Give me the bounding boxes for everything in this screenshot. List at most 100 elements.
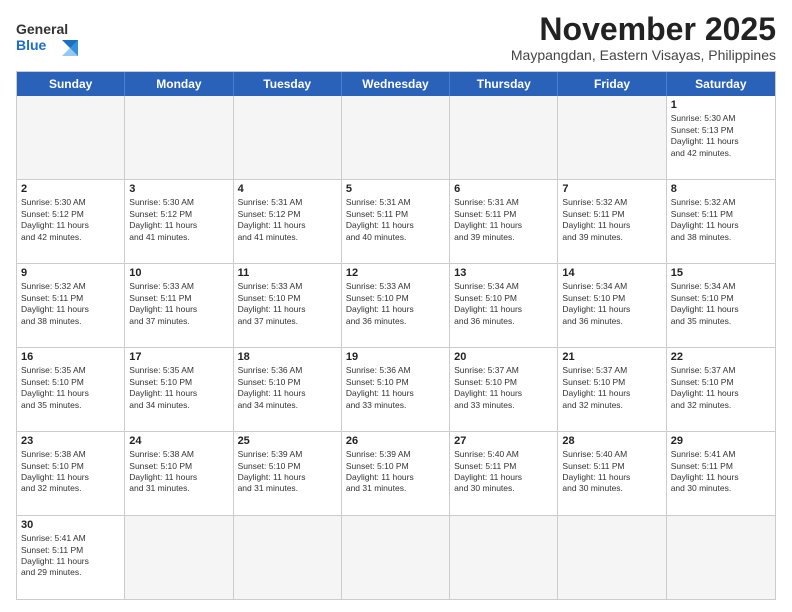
day-cell-9: 9 Sunrise: 5:32 AM Sunset: 5:11 PM Daylig… bbox=[17, 264, 125, 347]
day-info: Sunrise: 5:30 AM Sunset: 5:13 PM Dayligh… bbox=[671, 113, 771, 159]
calendar: SundayMondayTuesdayWednesdayThursdayFrid… bbox=[16, 71, 776, 600]
header-cell-friday: Friday bbox=[558, 72, 666, 96]
day-number: 20 bbox=[454, 351, 553, 363]
empty-cell bbox=[17, 96, 125, 179]
day-info: Sunrise: 5:32 AM Sunset: 5:11 PM Dayligh… bbox=[21, 281, 120, 327]
title-area: November 2025 Maypangdan, Eastern Visaya… bbox=[511, 12, 776, 63]
day-cell-18: 18 Sunrise: 5:36 AM Sunset: 5:10 PM Dayli… bbox=[234, 348, 342, 431]
empty-cell bbox=[125, 516, 233, 599]
day-cell-22: 22 Sunrise: 5:37 AM Sunset: 5:10 PM Dayli… bbox=[667, 348, 775, 431]
empty-cell bbox=[558, 516, 666, 599]
day-number: 9 bbox=[21, 267, 120, 279]
empty-cell bbox=[125, 96, 233, 179]
day-info: Sunrise: 5:32 AM Sunset: 5:11 PM Dayligh… bbox=[671, 197, 771, 243]
day-number: 27 bbox=[454, 435, 553, 447]
day-number: 22 bbox=[671, 351, 771, 363]
day-number: 5 bbox=[346, 183, 445, 195]
day-info: Sunrise: 5:33 AM Sunset: 5:10 PM Dayligh… bbox=[346, 281, 445, 327]
day-number: 7 bbox=[562, 183, 661, 195]
day-info: Sunrise: 5:40 AM Sunset: 5:11 PM Dayligh… bbox=[562, 449, 661, 495]
calendar-row-6: 30Sunrise: 5:41 AM Sunset: 5:11 PM Dayli… bbox=[17, 515, 775, 599]
empty-cell bbox=[558, 96, 666, 179]
day-cell-19: 19 Sunrise: 5:36 AM Sunset: 5:10 PM Dayli… bbox=[342, 348, 450, 431]
day-number: 23 bbox=[21, 435, 120, 447]
day-info: Sunrise: 5:30 AM Sunset: 5:12 PM Dayligh… bbox=[129, 197, 228, 243]
day-cell-8: 8Sunrise: 5:32 AM Sunset: 5:11 PM Daylig… bbox=[667, 180, 775, 263]
day-cell-13: 13Sunrise: 5:34 AM Sunset: 5:10 PM Dayli… bbox=[450, 264, 558, 347]
day-cell-21: 21 Sunrise: 5:37 AM Sunset: 5:10 PM Dayli… bbox=[558, 348, 666, 431]
header-cell-wednesday: Wednesday bbox=[342, 72, 450, 96]
day-info: Sunrise: 5:34 AM Sunset: 5:10 PM Dayligh… bbox=[454, 281, 553, 327]
day-number: 21 bbox=[562, 351, 661, 363]
day-number: 2 bbox=[21, 183, 120, 195]
day-info: Sunrise: 5:41 AM Sunset: 5:11 PM Dayligh… bbox=[671, 449, 771, 495]
empty-cell bbox=[234, 516, 342, 599]
day-info: Sunrise: 5:38 AM Sunset: 5:10 PM Dayligh… bbox=[21, 449, 120, 495]
month-title: November 2025 bbox=[511, 12, 776, 47]
day-info: Sunrise: 5:41 AM Sunset: 5:11 PM Dayligh… bbox=[21, 533, 120, 579]
day-number: 11 bbox=[238, 267, 337, 279]
day-cell-24: 24 Sunrise: 5:38 AM Sunset: 5:10 PM Dayli… bbox=[125, 432, 233, 515]
day-cell-4: 4 Sunrise: 5:31 AM Sunset: 5:12 PM Daylig… bbox=[234, 180, 342, 263]
day-cell-28: 28Sunrise: 5:40 AM Sunset: 5:11 PM Dayli… bbox=[558, 432, 666, 515]
calendar-row-2: 2 Sunrise: 5:30 AM Sunset: 5:12 PM Daylig… bbox=[17, 179, 775, 263]
day-info: Sunrise: 5:37 AM Sunset: 5:10 PM Dayligh… bbox=[562, 365, 661, 411]
day-cell-29: 29Sunrise: 5:41 AM Sunset: 5:11 PM Dayli… bbox=[667, 432, 775, 515]
day-number: 16 bbox=[21, 351, 120, 363]
day-cell-11: 11 Sunrise: 5:33 AM Sunset: 5:10 PM Dayli… bbox=[234, 264, 342, 347]
empty-cell bbox=[342, 96, 450, 179]
logo-area: General Blue bbox=[16, 12, 96, 60]
day-info: Sunrise: 5:40 AM Sunset: 5:11 PM Dayligh… bbox=[454, 449, 553, 495]
day-info: Sunrise: 5:33 AM Sunset: 5:10 PM Dayligh… bbox=[238, 281, 337, 327]
day-cell-25: 25 Sunrise: 5:39 AM Sunset: 5:10 PM Dayli… bbox=[234, 432, 342, 515]
day-info: Sunrise: 5:31 AM Sunset: 5:11 PM Dayligh… bbox=[454, 197, 553, 243]
day-number: 17 bbox=[129, 351, 228, 363]
header-cell-sunday: Sunday bbox=[17, 72, 125, 96]
day-number: 10 bbox=[129, 267, 228, 279]
day-info: Sunrise: 5:39 AM Sunset: 5:10 PM Dayligh… bbox=[238, 449, 337, 495]
day-cell-3: 3 Sunrise: 5:30 AM Sunset: 5:12 PM Daylig… bbox=[125, 180, 233, 263]
day-cell-15: 15Sunrise: 5:34 AM Sunset: 5:10 PM Dayli… bbox=[667, 264, 775, 347]
day-info: Sunrise: 5:37 AM Sunset: 5:10 PM Dayligh… bbox=[671, 365, 771, 411]
day-number: 26 bbox=[346, 435, 445, 447]
day-number: 15 bbox=[671, 267, 771, 279]
day-cell-10: 10 Sunrise: 5:33 AM Sunset: 5:11 PM Dayli… bbox=[125, 264, 233, 347]
day-cell-12: 12 Sunrise: 5:33 AM Sunset: 5:10 PM Dayli… bbox=[342, 264, 450, 347]
day-info: Sunrise: 5:33 AM Sunset: 5:11 PM Dayligh… bbox=[129, 281, 228, 327]
day-number: 14 bbox=[562, 267, 661, 279]
day-cell-1: 1 Sunrise: 5:30 AM Sunset: 5:13 PM Daylig… bbox=[667, 96, 775, 179]
svg-text:General: General bbox=[16, 21, 68, 37]
day-number: 25 bbox=[238, 435, 337, 447]
calendar-row-4: 16 Sunrise: 5:35 AM Sunset: 5:10 PM Dayli… bbox=[17, 347, 775, 431]
day-info: Sunrise: 5:36 AM Sunset: 5:10 PM Dayligh… bbox=[238, 365, 337, 411]
day-number: 18 bbox=[238, 351, 337, 363]
empty-cell bbox=[450, 96, 558, 179]
day-info: Sunrise: 5:30 AM Sunset: 5:12 PM Dayligh… bbox=[21, 197, 120, 243]
day-info: Sunrise: 5:39 AM Sunset: 5:10 PM Dayligh… bbox=[346, 449, 445, 495]
day-number: 3 bbox=[129, 183, 228, 195]
day-number: 19 bbox=[346, 351, 445, 363]
day-info: Sunrise: 5:35 AM Sunset: 5:10 PM Dayligh… bbox=[21, 365, 120, 411]
day-cell-6: 6 Sunrise: 5:31 AM Sunset: 5:11 PM Daylig… bbox=[450, 180, 558, 263]
header-cell-tuesday: Tuesday bbox=[234, 72, 342, 96]
day-cell-26: 26 Sunrise: 5:39 AM Sunset: 5:10 PM Dayli… bbox=[342, 432, 450, 515]
logo-svg: General Blue bbox=[16, 12, 96, 60]
day-number: 12 bbox=[346, 267, 445, 279]
day-number: 6 bbox=[454, 183, 553, 195]
day-cell-16: 16 Sunrise: 5:35 AM Sunset: 5:10 PM Dayli… bbox=[17, 348, 125, 431]
empty-cell bbox=[667, 516, 775, 599]
page: General Blue November 2025 Maypangdan, E… bbox=[0, 0, 792, 612]
day-cell-20: 20Sunrise: 5:37 AM Sunset: 5:10 PM Dayli… bbox=[450, 348, 558, 431]
day-number: 4 bbox=[238, 183, 337, 195]
calendar-header-row: SundayMondayTuesdayWednesdayThursdayFrid… bbox=[17, 72, 775, 96]
day-info: Sunrise: 5:36 AM Sunset: 5:10 PM Dayligh… bbox=[346, 365, 445, 411]
svg-text:Blue: Blue bbox=[16, 37, 47, 53]
day-info: Sunrise: 5:31 AM Sunset: 5:11 PM Dayligh… bbox=[346, 197, 445, 243]
day-number: 24 bbox=[129, 435, 228, 447]
location: Maypangdan, Eastern Visayas, Philippines bbox=[511, 47, 776, 63]
day-info: Sunrise: 5:38 AM Sunset: 5:10 PM Dayligh… bbox=[129, 449, 228, 495]
day-cell-23: 23 Sunrise: 5:38 AM Sunset: 5:10 PM Dayli… bbox=[17, 432, 125, 515]
calendar-row-1: 1 Sunrise: 5:30 AM Sunset: 5:13 PM Daylig… bbox=[17, 96, 775, 179]
day-number: 1 bbox=[671, 99, 771, 111]
day-info: Sunrise: 5:31 AM Sunset: 5:12 PM Dayligh… bbox=[238, 197, 337, 243]
